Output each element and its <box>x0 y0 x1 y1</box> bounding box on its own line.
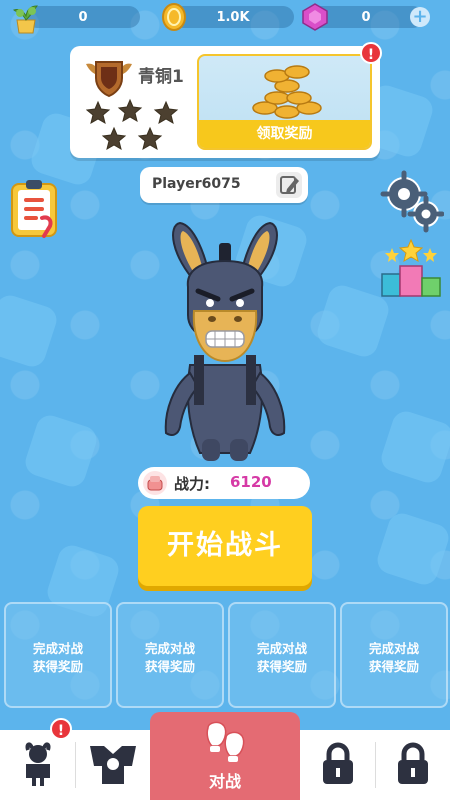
quest-row: 完成对战 获得奖励 完成对战 获得奖励 完成对战 获得奖励 完成对战 获得奖励 <box>0 602 450 708</box>
edit-name-button[interactable] <box>276 172 302 198</box>
player-name: Player6075 <box>152 176 241 192</box>
rank-badge-icon <box>82 54 136 102</box>
rank-star <box>137 126 163 151</box>
coin-currency-value: 1.0K <box>216 9 250 25</box>
rank-star <box>153 100 179 125</box>
nav-equipment-tab[interactable] <box>76 730 150 800</box>
fist-icon <box>142 470 168 500</box>
power-label: 战力: <box>174 475 210 493</box>
quest-line2: 获得奖励 <box>32 659 83 674</box>
leaderboard-button[interactable] <box>378 238 444 306</box>
settings-gears-icon <box>380 170 445 233</box>
rank-panel: 青铜1 领取奖励 ! <box>70 42 382 158</box>
gem-icon <box>300 2 330 36</box>
claim-reward-label: 领取奖励 <box>199 120 370 148</box>
donkey-character <box>150 215 300 469</box>
player-name-bar: Player6075 <box>140 167 308 203</box>
task-clipboard-button[interactable] <box>8 178 62 244</box>
plant-currency-value: 0 <box>78 9 88 25</box>
quest-line1: 完成对战 <box>368 641 419 656</box>
rank-star <box>101 126 127 151</box>
claim-reward-button[interactable]: 领取奖励 <box>197 54 372 150</box>
rank-title: 青铜1 <box>138 67 184 87</box>
task-clipboard-icon <box>11 180 57 238</box>
power-bar: 战力: 6120 <box>138 467 310 499</box>
nav-character-tab[interactable] <box>0 730 75 800</box>
start-battle-button[interactable]: 开始战斗 <box>138 506 312 586</box>
gem-currency-value: 0 <box>361 9 371 25</box>
power-value: 6120 <box>230 473 272 491</box>
lock-icon <box>323 742 353 784</box>
coin-pile-icon <box>247 60 327 126</box>
quest-line2: 获得奖励 <box>144 659 195 674</box>
coin-currency: 1.0K <box>172 6 294 28</box>
quest-card[interactable]: 完成对战 获得奖励 <box>4 602 112 708</box>
quest-line1: 完成对战 <box>144 641 195 656</box>
boxing-gloves-icon <box>206 721 245 762</box>
plant-icon <box>10 2 42 40</box>
rank-star <box>117 98 143 123</box>
quest-line2: 获得奖励 <box>368 659 419 674</box>
plant-currency: 0 <box>26 6 140 28</box>
quest-line1: 完成对战 <box>256 641 307 656</box>
nav-locked-tab[interactable] <box>300 730 375 800</box>
add-gems-button[interactable]: + <box>410 7 430 27</box>
nav-locked-tab[interactable] <box>376 730 450 800</box>
lock-icon <box>398 742 428 784</box>
quest-card[interactable]: 完成对战 获得奖励 <box>340 602 448 708</box>
character-icon <box>25 742 51 786</box>
rank-star <box>86 100 111 125</box>
battle-tab-label: 对战 <box>208 772 241 791</box>
quest-card[interactable]: 完成对战 获得奖励 <box>116 602 224 708</box>
equipment-icon <box>90 746 136 784</box>
quest-line1: 完成对战 <box>32 641 83 656</box>
quest-line2: 获得奖励 <box>256 659 307 674</box>
reward-alert-badge: ! <box>360 42 382 64</box>
coin-icon <box>160 2 188 36</box>
nav-battle-tab[interactable]: 对战 <box>150 712 300 800</box>
pencil-edit-icon <box>280 176 299 194</box>
character-alert-badge: ! <box>50 718 72 740</box>
currency-bar: 0 1.0K 0 + <box>0 0 450 36</box>
leaderboard-icon <box>381 238 441 297</box>
quest-card[interactable]: 完成对战 获得奖励 <box>228 602 336 708</box>
settings-button[interactable] <box>380 170 445 238</box>
